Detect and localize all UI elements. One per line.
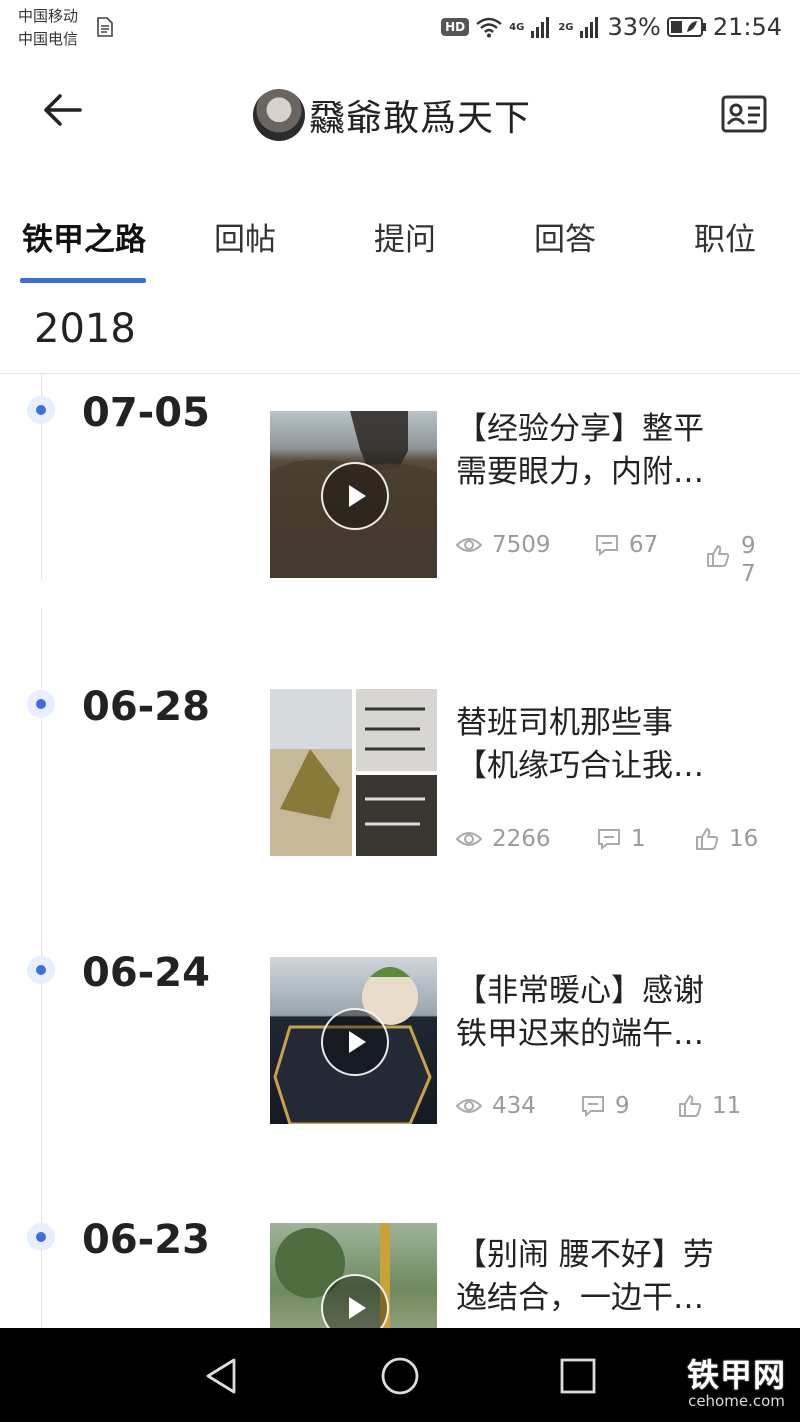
comment-icon xyxy=(598,829,620,850)
clock: 21:54 xyxy=(712,13,782,41)
likes-value: 11 xyxy=(712,1093,742,1119)
post-thumbnail[interactable] xyxy=(270,957,437,1124)
views-value: 2266 xyxy=(492,826,551,852)
views-value: 434 xyxy=(492,1093,536,1119)
comment-count: 9 xyxy=(581,1093,630,1119)
active-tab-indicator xyxy=(20,278,146,283)
like-count[interactable]: 11 xyxy=(678,1093,741,1119)
post-thumbnail[interactable] xyxy=(270,411,437,578)
watermark-sub: cehome.com xyxy=(688,1392,785,1410)
recents-square-icon[interactable] xyxy=(558,1356,598,1396)
thumbs-up-icon[interactable] xyxy=(706,544,730,568)
play-icon[interactable] xyxy=(320,461,389,530)
timeline-dot xyxy=(27,690,55,718)
post-title[interactable]: 【非常暖心】感谢 铁甲迟来的端午… xyxy=(456,970,756,1056)
comments-value: 1 xyxy=(631,826,646,852)
avatar[interactable] xyxy=(253,89,305,141)
watermark-main: 铁甲网 xyxy=(686,1356,786,1394)
system-nav-bar: 铁甲网 cehome.com xyxy=(0,1328,800,1422)
sim-card-icon xyxy=(97,17,113,37)
post-title[interactable]: 替班司机那些事 【机缘巧合让我… xyxy=(456,702,756,788)
post-title-line1: 【经验分享】整平 xyxy=(456,411,704,447)
signal-icon xyxy=(531,17,550,38)
post-title-line1: 替班司机那些事 xyxy=(456,705,673,741)
carrier-1: 中国移动 xyxy=(18,7,79,25)
battery-icon xyxy=(666,17,706,37)
comments-value: 9 xyxy=(615,1093,630,1119)
post-title[interactable]: 【别闹 腰不好】劳 逸结合，一边干… xyxy=(456,1234,756,1320)
post-date: 06-28 xyxy=(82,684,210,730)
post-title-line2: 铁甲迟来的端午… xyxy=(456,1016,704,1052)
watermark: 铁甲网 cehome.com xyxy=(687,1350,786,1410)
hd-badge: HD xyxy=(441,18,470,36)
collage-photo xyxy=(270,689,437,856)
post-date: 06-24 xyxy=(82,950,210,996)
likes-digit: 9 xyxy=(741,533,756,559)
carrier-2: 中国电信 xyxy=(18,30,79,48)
post-title-line2: 逸结合，一边干… xyxy=(456,1280,704,1316)
tab-tiejia-road[interactable]: 铁甲之路 xyxy=(22,214,146,259)
back-triangle-icon[interactable] xyxy=(202,1356,242,1396)
eye-icon xyxy=(456,832,482,846)
tab-bar: 铁甲之路 回帖 提问 回答 职位 xyxy=(0,200,800,290)
page-title: 飝爺敢爲天下 xyxy=(309,98,532,139)
post-thumbnail[interactable] xyxy=(270,1223,437,1328)
view-count: 7509 xyxy=(456,532,551,558)
post-thumbnail[interactable] xyxy=(270,689,437,856)
comment-icon xyxy=(582,1096,604,1117)
timeline-dot xyxy=(27,956,55,984)
views-value: 7509 xyxy=(492,532,551,558)
like-count[interactable]: 16 xyxy=(695,826,758,852)
timeline-dot xyxy=(27,396,55,424)
id-card-icon[interactable] xyxy=(720,94,768,134)
thumbs-up-icon xyxy=(696,828,719,850)
eye-icon xyxy=(456,1099,482,1113)
timeline: 07-05 【经验分享】整平 需要眼力，内附… 7509 67 9 7 06-2… xyxy=(0,374,800,1328)
post-title-line1: 【别闹 腰不好】劳 xyxy=(456,1237,714,1273)
post-title-line2: 需要眼力，内附… xyxy=(456,454,704,490)
tab-answers[interactable]: 回答 xyxy=(534,214,596,259)
post-title-line1: 【非常暖心】感谢 xyxy=(456,973,704,1009)
network-label-1: 4G xyxy=(509,21,525,33)
wifi-icon xyxy=(476,17,502,38)
post-date: 06-23 xyxy=(82,1217,210,1263)
status-bar: 中国移动 中国电信 HD 4G 2G 33% 21:54 xyxy=(0,0,800,56)
battery-percent: 33% xyxy=(607,13,661,41)
view-count: 2266 xyxy=(456,826,551,852)
thumbs-up-icon xyxy=(679,1095,702,1117)
view-count: 434 xyxy=(456,1093,536,1119)
arrow-left-icon[interactable] xyxy=(36,84,88,136)
year-heading: 2018 xyxy=(34,306,136,352)
home-circle-icon[interactable] xyxy=(380,1356,420,1396)
tab-jobs[interactable]: 职位 xyxy=(694,214,756,259)
comment-count: 1 xyxy=(597,826,646,852)
likes-value: 16 xyxy=(729,826,759,852)
eye-icon xyxy=(456,538,482,552)
likes-digit: 7 xyxy=(741,561,756,587)
network-label-2: 2G xyxy=(558,21,574,33)
timeline-dot xyxy=(27,1223,55,1251)
post-date: 07-05 xyxy=(82,390,210,436)
comment-count: 67 xyxy=(595,532,658,558)
likes-value: 9 7 xyxy=(741,532,756,588)
comment-icon xyxy=(596,535,618,556)
comments-value: 67 xyxy=(629,532,659,558)
user-title: 飝爺敢爲天下 xyxy=(253,88,531,142)
tab-questions[interactable]: 提问 xyxy=(374,214,436,259)
signal-icon-2 xyxy=(580,17,599,38)
tab-replies[interactable]: 回帖 xyxy=(214,214,276,259)
post-title-line2: 【机缘巧合让我… xyxy=(456,748,704,784)
header: 飝爺敢爲天下 xyxy=(0,56,800,176)
play-icon[interactable] xyxy=(320,1007,389,1076)
post-title[interactable]: 【经验分享】整平 需要眼力，内附… xyxy=(456,408,756,494)
